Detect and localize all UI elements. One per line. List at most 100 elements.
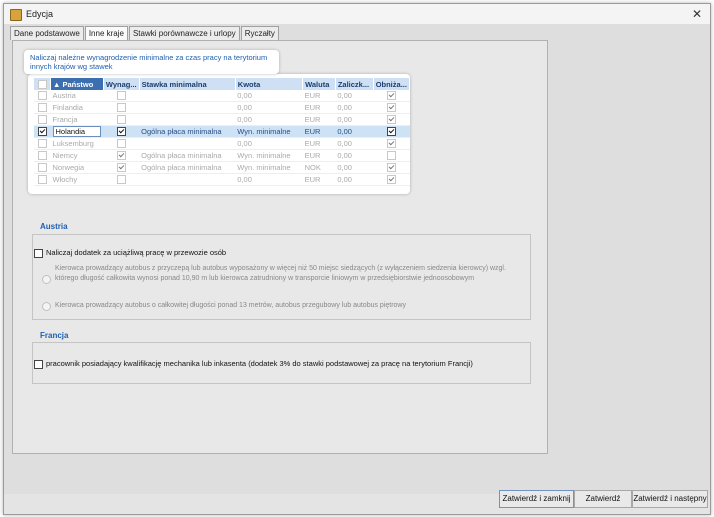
table-row[interactable]: Holandia Ogólna płaca minimalna Wyn. minim… — [34, 125, 410, 138]
country-cell[interactable]: Niemcy — [50, 149, 104, 162]
header-obnizanie[interactable]: Obniża... — [373, 78, 411, 90]
country-cell[interactable]: Luksemburg — [50, 137, 104, 150]
checkbox[interactable] — [37, 151, 47, 161]
wynagrodzenie-cell[interactable] — [103, 101, 140, 114]
waluta-cell[interactable]: EUR — [302, 113, 336, 126]
wynagrodzenie-cell[interactable] — [103, 137, 140, 150]
obnizanie-cell[interactable] — [373, 161, 410, 174]
row-select-cell[interactable] — [34, 125, 51, 138]
wynagrodzenie-cell[interactable] — [103, 149, 140, 162]
checkbox[interactable] — [386, 139, 396, 149]
kwota-cell[interactable]: 0,00 — [235, 101, 303, 114]
confirm-next-button[interactable]: Zatwierdź i następny — [632, 490, 708, 508]
checkbox[interactable] — [116, 163, 126, 173]
waluta-cell[interactable]: EUR — [302, 173, 336, 186]
wynagrodzenie-cell[interactable] — [103, 125, 140, 138]
confirm-button[interactable]: Zatwierdź — [574, 490, 632, 508]
checkbox[interactable] — [37, 127, 47, 137]
checkbox[interactable] — [37, 79, 47, 89]
header-select-all[interactable] — [34, 78, 51, 90]
waluta-cell[interactable]: EUR — [302, 125, 336, 138]
checkbox[interactable] — [116, 175, 126, 185]
austria-radio-2[interactable] — [42, 302, 51, 311]
country-cell[interactable]: Austria — [50, 90, 104, 102]
row-select-cell[interactable] — [34, 101, 51, 114]
stawka-cell[interactable]: Ogólna płaca minimalna — [139, 125, 236, 138]
row-select-cell[interactable] — [34, 173, 51, 186]
obnizanie-cell[interactable] — [373, 113, 410, 126]
waluta-cell[interactable]: EUR — [302, 101, 336, 114]
tab-inne-kraje[interactable]: Inne kraje — [84, 26, 128, 40]
tab-stawki-porownawcze[interactable]: Stawki porównawcze i urlopy — [128, 26, 240, 40]
checkbox[interactable] — [37, 115, 47, 125]
row-select-cell[interactable] — [34, 149, 51, 162]
waluta-cell[interactable]: EUR — [302, 149, 336, 162]
row-select-cell[interactable] — [34, 161, 51, 174]
checkbox[interactable] — [116, 139, 126, 149]
country-cell[interactable]: Włochy — [50, 173, 104, 186]
checkbox[interactable] — [37, 103, 47, 113]
stawka-cell[interactable]: Ogólna płaca minimalna — [139, 149, 236, 162]
row-select-cell[interactable] — [34, 137, 51, 150]
francja-mechanic-checkbox[interactable]: pracownik posiadający kwalifikację mecha… — [34, 359, 473, 369]
table-row[interactable]: Włochy 0,00 EUR 0,00 — [34, 173, 410, 186]
wynagrodzenie-cell[interactable] — [103, 90, 140, 102]
stawka-cell[interactable] — [139, 101, 236, 114]
checkbox[interactable] — [116, 127, 126, 137]
row-select-cell[interactable] — [34, 113, 51, 126]
country-cell[interactable]: Finlandia — [50, 101, 104, 114]
checkbox[interactable] — [116, 115, 126, 125]
checkbox[interactable] — [386, 151, 396, 161]
checkbox[interactable] — [116, 103, 126, 113]
kwota-cell[interactable]: 0,00 — [235, 137, 303, 150]
close-icon[interactable]: ✕ — [692, 7, 702, 21]
wynagrodzenie-cell[interactable] — [103, 161, 140, 174]
tab-dane-podstawowe[interactable]: Dane podstawowe — [10, 26, 84, 40]
kwota-cell[interactable]: Wyn. minimalne — [235, 161, 303, 174]
table-row[interactable]: Luksemburg 0,00 EUR 0,00 — [34, 137, 410, 150]
header-wynagrodzenie[interactable]: Wynag... — [103, 78, 140, 90]
checkbox[interactable] — [386, 175, 396, 185]
country-cell[interactable]: Norwegia — [50, 161, 104, 174]
header-waluta[interactable]: Waluta — [302, 78, 336, 90]
kwota-cell[interactable]: 0,00 — [235, 113, 303, 126]
header-zaliczka[interactable]: Zaliczk... — [335, 78, 374, 90]
zaliczka-cell[interactable]: 0,00 — [335, 90, 374, 102]
checkbox[interactable] — [37, 163, 47, 173]
zaliczka-cell[interactable]: 0,00 — [335, 149, 374, 162]
country-edit-box[interactable]: Holandia — [52, 126, 101, 137]
obnizanie-cell[interactable] — [373, 101, 410, 114]
checkbox[interactable] — [386, 127, 396, 137]
checkbox[interactable] — [34, 248, 43, 258]
zaliczka-cell[interactable]: 0,00 — [335, 113, 374, 126]
kwota-cell[interactable]: Wyn. minimalne — [235, 149, 303, 162]
zaliczka-cell[interactable]: 0,00 — [335, 161, 374, 174]
kwota-cell[interactable]: Wyn. minimalne — [235, 125, 303, 138]
stawka-cell[interactable] — [139, 173, 236, 186]
zaliczka-cell[interactable]: 0,00 — [335, 137, 374, 150]
country-cell[interactable]: Holandia — [50, 125, 104, 138]
table-row[interactable]: Norwegia Ogólna płaca minimalna Wyn. minim… — [34, 161, 410, 174]
obnizanie-cell[interactable] — [373, 173, 410, 186]
kwota-cell[interactable]: 0,00 — [235, 90, 303, 102]
austria-radio-1[interactable] — [42, 275, 51, 284]
kwota-cell[interactable]: 0,00 — [235, 173, 303, 186]
stawka-cell[interactable] — [139, 113, 236, 126]
obnizanie-cell[interactable] — [373, 90, 410, 102]
zaliczka-cell[interactable]: 0,00 — [335, 101, 374, 114]
checkbox[interactable] — [37, 91, 47, 101]
header-panstwo[interactable]: ▲ Państwo — [50, 78, 104, 90]
stawka-cell[interactable] — [139, 90, 236, 102]
zaliczka-cell[interactable]: 0,00 — [335, 173, 374, 186]
checkbox[interactable] — [116, 91, 126, 101]
checkbox[interactable] — [386, 103, 396, 113]
country-cell[interactable]: Francja — [50, 113, 104, 126]
row-select-cell[interactable] — [34, 90, 51, 102]
confirm-close-button[interactable]: Zatwierdź i zamknij — [499, 490, 574, 508]
checkbox[interactable] — [386, 163, 396, 173]
obnizanie-cell[interactable] — [373, 137, 410, 150]
table-row[interactable]: Niemcy Ogólna płaca minimalna Wyn. minimal… — [34, 149, 410, 162]
stawka-cell[interactable] — [139, 137, 236, 150]
waluta-cell[interactable]: NOK — [302, 161, 336, 174]
header-kwota[interactable]: Kwota — [235, 78, 304, 90]
